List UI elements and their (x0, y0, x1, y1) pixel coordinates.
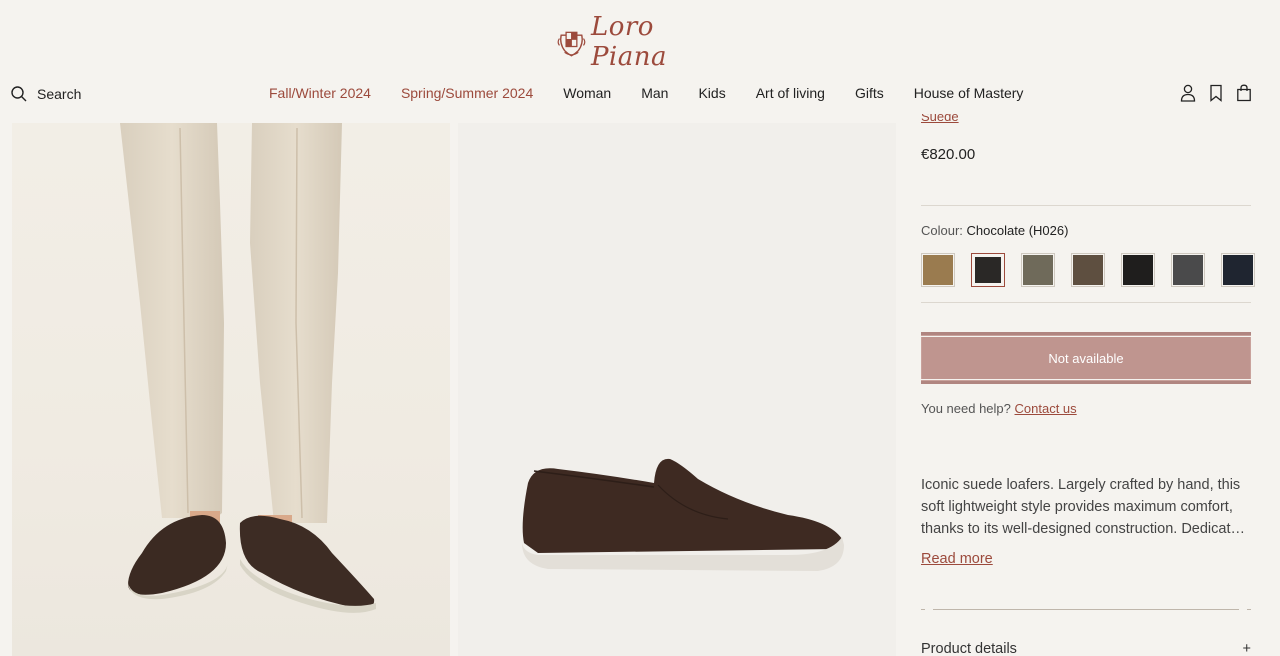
search-icon (11, 86, 27, 102)
main-nav: Fall/Winter 2024 Spring/Summer 2024 Woma… (269, 85, 1053, 101)
account-icon[interactable] (1180, 84, 1196, 102)
colour-swatch[interactable] (1171, 253, 1205, 287)
plus-icon: + (1242, 641, 1251, 656)
brand-wordmark: Loro Piana (590, 12, 667, 72)
swatch-fill (1223, 255, 1253, 285)
product-price: €820.00 (921, 146, 976, 163)
nav-kids[interactable]: Kids (698, 85, 725, 101)
accordion-divider (921, 609, 1251, 610)
nav-man[interactable]: Man (641, 85, 668, 101)
shopping-bag-icon[interactable] (1236, 84, 1252, 102)
model-wearing-loafers-image (120, 123, 376, 613)
colour-label-prefix: Colour: (921, 223, 963, 238)
swatch-fill (1073, 255, 1103, 285)
colour-swatches (921, 253, 1255, 287)
header-actions (1180, 84, 1252, 102)
nav-gifts[interactable]: Gifts (855, 85, 884, 101)
wishlist-bookmark-icon[interactable] (1208, 84, 1224, 102)
colour-swatch[interactable] (971, 253, 1005, 287)
nav-house-of-mastery[interactable]: House of Mastery (914, 85, 1024, 101)
nav-fall-winter-2024[interactable]: Fall/Winter 2024 (269, 85, 371, 101)
divider (921, 205, 1251, 206)
divider (921, 302, 1251, 303)
swatch-fill (923, 255, 953, 285)
colour-swatch[interactable] (1121, 253, 1155, 287)
help-prompt: You need help? (921, 401, 1011, 416)
read-more-link[interactable]: Read more (921, 551, 993, 567)
brand-logo[interactable]: Loro Piana (556, 12, 718, 72)
nav-woman[interactable]: Woman (563, 85, 611, 101)
suede-loafer-side-image (522, 458, 844, 571)
crest-icon (557, 31, 586, 57)
product-details-label: Product details (921, 641, 1017, 656)
colour-swatch[interactable] (921, 253, 955, 287)
material-link[interactable]: Suede (921, 114, 959, 124)
swatch-fill (1123, 255, 1153, 285)
product-description: Iconic suede loafers. Largely crafted by… (921, 477, 1245, 537)
colour-label: Colour: Chocolate (H026) (921, 223, 1068, 238)
help-text: You need help? Contact us (921, 401, 1077, 416)
colour-value: Chocolate (H026) (966, 223, 1069, 238)
search-button[interactable]: Search (11, 84, 81, 104)
nav-spring-summer-2024[interactable]: Spring/Summer 2024 (401, 85, 533, 101)
nav-art-of-living[interactable]: Art of living (756, 85, 825, 101)
swatch-fill (1023, 255, 1053, 285)
contact-us-link[interactable]: Contact us (1015, 401, 1077, 416)
swatch-fill (975, 257, 1001, 283)
product-details-accordion[interactable]: Product details + (921, 641, 1251, 656)
colour-swatch[interactable] (1021, 253, 1055, 287)
product-image-worn[interactable] (12, 123, 450, 656)
search-label: Search (37, 86, 82, 102)
colour-swatch[interactable] (1221, 253, 1255, 287)
product-image-side[interactable] (458, 123, 896, 656)
colour-swatch[interactable] (1071, 253, 1105, 287)
not-available-button[interactable]: Not available (921, 332, 1251, 384)
swatch-fill (1173, 255, 1203, 285)
